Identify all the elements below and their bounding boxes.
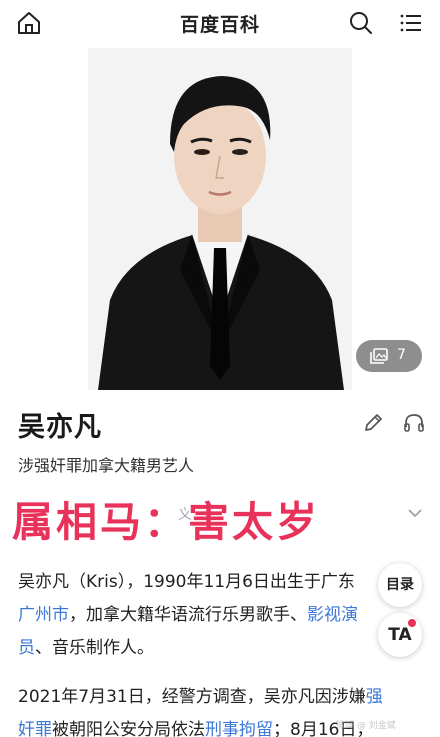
top-bar: 百度百科 <box>0 0 440 46</box>
gallery-button[interactable]: 7 <box>356 340 422 372</box>
pencil-icon[interactable] <box>362 412 384 434</box>
link-crime[interactable]: 强 <box>366 687 383 707</box>
ta-label: TA <box>388 625 412 645</box>
chevron-down-icon[interactable] <box>406 504 424 522</box>
gallery-count: 7 <box>397 347 406 363</box>
entry-name: 吴亦凡 <box>18 412 102 443</box>
overlay-caption: 属相马：害太岁 <box>12 498 320 546</box>
page-title: 百度百科 <box>179 14 260 36</box>
link-detention[interactable]: 刑事拘留 <box>205 720 273 737</box>
watermark: 微博 @ 刘金斌 <box>336 721 396 731</box>
link-actor-2[interactable]: 员 <box>18 638 35 658</box>
hero-photo[interactable] <box>88 48 352 390</box>
link-guangzhou[interactable]: 广州市 <box>18 605 69 625</box>
ta-button[interactable]: TA <box>378 613 422 657</box>
toc-button[interactable]: 目录 <box>378 563 422 607</box>
p2-text-d: 被朝阳公安分局依法 <box>52 720 205 737</box>
entry-subtitle: 涉强奸罪加拿大籍男艺人 <box>18 456 195 475</box>
headphones-icon[interactable] <box>403 412 425 434</box>
notification-dot <box>408 619 416 627</box>
p1-text-f: 、音乐制作人。 <box>35 638 154 658</box>
link-actor[interactable]: 影视演 <box>307 605 358 625</box>
p1-text: 吴亦凡（Kris），1990年11月6日出生于广东 <box>18 572 355 592</box>
gallery-icon <box>370 348 388 364</box>
menu-icon[interactable] <box>398 10 424 36</box>
search-icon[interactable] <box>348 10 374 36</box>
intro-paragraph: 吴亦凡（Kris），1990年11月6日出生于广东 广州市，加拿大籍华语流行乐男歌… <box>18 566 438 665</box>
p2-text: 2021年7月31日，经警方调查，吴亦凡因涉嫌 <box>18 687 366 707</box>
link-crime-2[interactable]: 奸罪 <box>18 720 52 737</box>
p1-text-c: ，加拿大籍华语流行乐男歌手、 <box>69 605 307 625</box>
